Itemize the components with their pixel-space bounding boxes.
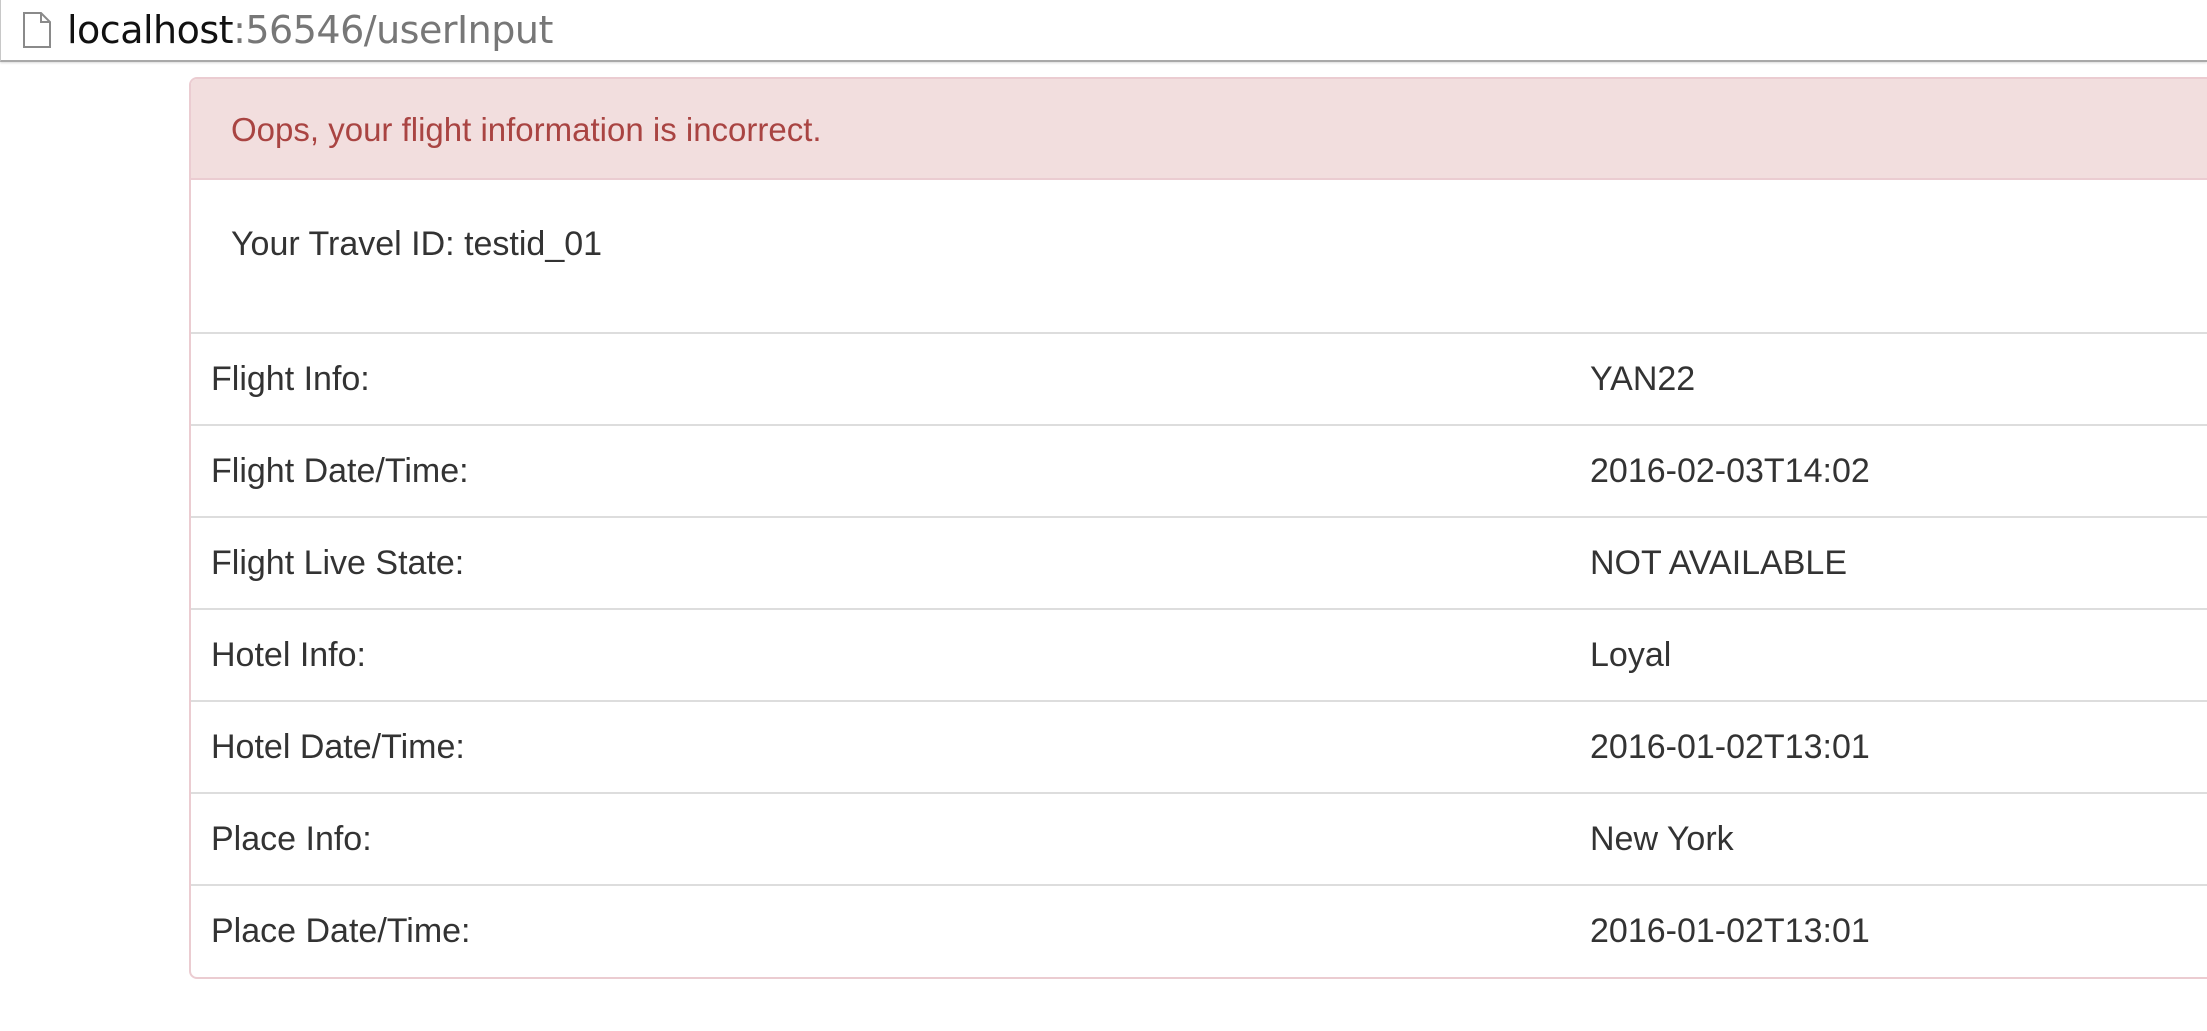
document-icon <box>21 12 53 48</box>
row-value: New York <box>1590 793 2207 886</box>
row-label: Place Date/Time: <box>211 912 471 950</box>
row-value: 2016-01-02T13:01 <box>1590 701 2207 794</box>
row-label: Hotel Info: <box>191 609 1590 702</box>
row-label: Place Info: <box>191 793 1590 886</box>
error-alert: Oops, your flight information is incorre… <box>191 79 2207 180</box>
url-path: :56546/userInput <box>233 8 553 52</box>
table-row: Flight Live State: NOT AVAILABLE <box>191 517 2207 610</box>
row-label: Flight Date/Time: <box>191 425 1590 518</box>
address-bar[interactable]: localhost:56546/userInput <box>0 0 2207 62</box>
travel-details-table: Flight Info: YAN22 Flight Date/Time: 201… <box>191 332 2207 977</box>
table-row: Place Date/Time: 2016-01-02T13:01 <box>191 885 2207 977</box>
url-text[interactable]: localhost:56546/userInput <box>67 6 553 54</box>
row-value: 2016-02-03T14:02 <box>1590 425 2207 518</box>
table-row: Hotel Date/Time: 2016-01-02T13:01 <box>191 701 2207 794</box>
table-row: Hotel Info: Loyal <box>191 609 2207 702</box>
url-host: localhost <box>67 8 234 52</box>
table-row: Flight Date/Time: 2016-02-03T14:02 <box>191 425 2207 518</box>
travel-id: Your Travel ID: testid_01 <box>231 225 603 263</box>
table-row: Flight Info: YAN22 <box>191 333 2207 426</box>
row-label: Hotel Date/Time: <box>191 701 1590 794</box>
table-row: Place Info: New York <box>191 793 2207 886</box>
row-value: NOT AVAILABLE <box>1590 517 2207 610</box>
row-value: Loyal <box>1590 609 2207 702</box>
row-value: 2016-01-02T13:01 <box>1590 912 1870 950</box>
row-label: Flight Live State: <box>191 517 1590 610</box>
row-label: Flight Info: <box>191 333 1590 426</box>
travel-info-panel: Oops, your flight information is incorre… <box>189 77 2207 979</box>
row-value: YAN22 <box>1590 333 2207 426</box>
